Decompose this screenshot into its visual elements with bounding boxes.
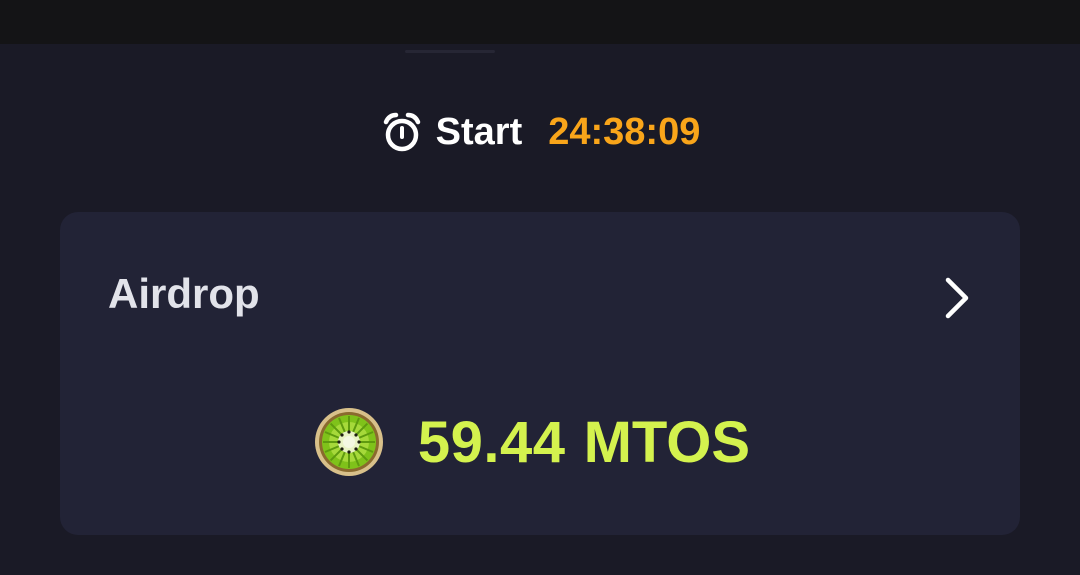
- countdown-timer: 24:38:09: [548, 110, 701, 153]
- balance-amount: 59.44: [417, 409, 566, 475]
- top-status-bar: [0, 0, 1080, 44]
- balance-unit: MTOS: [583, 409, 751, 475]
- chevron-right-icon[interactable]: [938, 274, 974, 322]
- alarm-clock-icon: [380, 110, 424, 154]
- start-label: Start: [435, 110, 523, 153]
- airdrop-balance: 59.44 MTOS: [60, 402, 1020, 482]
- start-timer-row: Start 24:38:09: [0, 108, 1080, 156]
- sheet-drag-handle[interactable]: [405, 50, 495, 53]
- airdrop-title: Airdrop: [108, 270, 260, 317]
- kiwi-coin-icon: [314, 407, 384, 477]
- airdrop-card[interactable]: Airdrop 59.44 MTOS: [60, 212, 1020, 535]
